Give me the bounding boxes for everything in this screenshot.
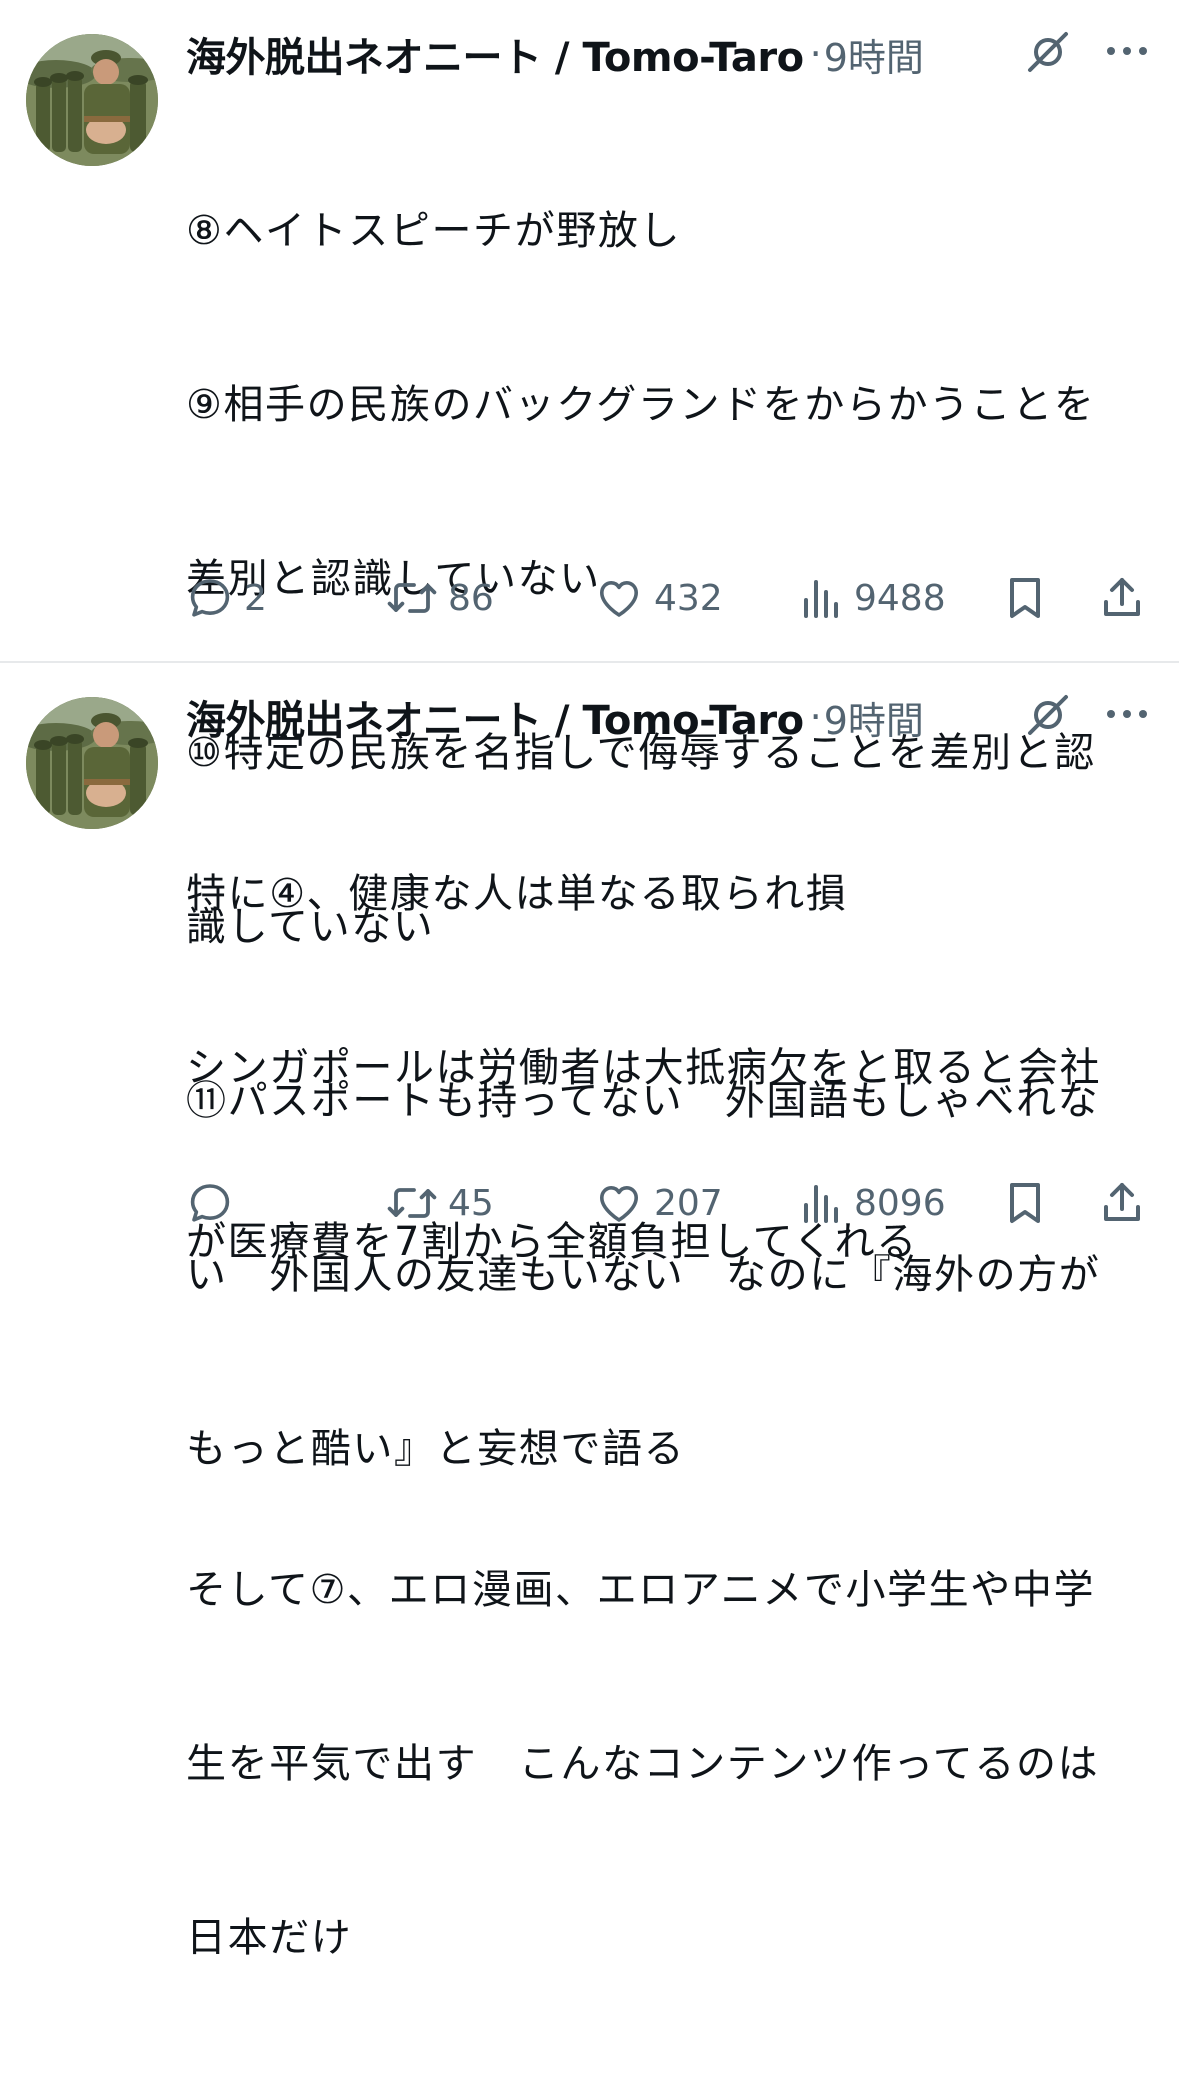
share-button[interactable]: [1098, 1173, 1146, 1233]
share-button[interactable]: [1098, 568, 1146, 628]
views-count: 9488: [854, 577, 946, 619]
retweet-icon: [387, 583, 437, 613]
tweet-header: 海外脱出ネオニート / Tomo-Taro · 9時間: [186, 26, 966, 82]
share-icon: [1104, 578, 1140, 616]
tweet-text-line: [186, 1387, 1126, 1445]
like-button[interactable]: 207: [594, 1173, 723, 1233]
tweet-header: 海外脱出ネオニート / Tomo-Taro · 9時間: [186, 689, 966, 745]
avatar[interactable]: [26, 34, 158, 166]
tweet[interactable]: 海外脱出ネオニート / Tomo-Taro · 9時間 特に④、健康な人は単なる…: [0, 663, 1179, 1961]
grok-icon[interactable]: [1024, 691, 1072, 739]
reply-icon: [190, 1184, 230, 1222]
author-display-name[interactable]: 海外脱出ネオニート / Tomo-Taro: [186, 688, 804, 746]
bookmark-button[interactable]: [1004, 568, 1046, 628]
retweet-count: 45: [448, 1182, 494, 1224]
reply-icon: [190, 579, 230, 617]
views-count: 8096: [854, 1182, 946, 1224]
share-icon: [1104, 1183, 1140, 1221]
bookmark-button[interactable]: [1004, 1173, 1046, 1233]
more-dots-icon[interactable]: [1104, 703, 1150, 725]
bookmark-icon: [1010, 578, 1040, 618]
avatar[interactable]: [26, 697, 158, 829]
bookmark-icon: [1010, 1183, 1040, 1223]
tweet-timestamp[interactable]: 9時間: [824, 27, 924, 82]
tweet-actions: 45 207 8096: [186, 1173, 1152, 1233]
tweet-text-line: 日本だけ: [186, 1915, 353, 1961]
tweet-text-line: シンガポールは労働者は大抵病欠をと取ると会社: [186, 1045, 1102, 1091]
like-count: 207: [654, 1182, 723, 1224]
tweet-text-line: そして⑦、エロ漫画、エロアニメで小学生や中学: [186, 1567, 1096, 1613]
retweet-button[interactable]: 86: [386, 568, 494, 628]
like-count: 432: [654, 577, 723, 619]
grok-icon[interactable]: [1024, 28, 1072, 76]
header-separator: ·: [809, 32, 822, 76]
retweet-button[interactable]: 45: [386, 1173, 494, 1233]
reply-button[interactable]: [186, 1173, 244, 1233]
views-chart-icon: [804, 1185, 838, 1223]
tweet-text-line: ⑨相手の民族のバックグランドをからかうことを: [186, 382, 1096, 428]
views-chart-icon: [804, 580, 838, 618]
header-separator: ·: [809, 695, 822, 739]
tweet-text: 特に④、健康な人は単なる取られ損 シンガポールは労働者は大抵病欠をと取ると会社 …: [186, 749, 1126, 2083]
heart-icon: [600, 581, 638, 617]
reply-count: 2: [244, 577, 267, 619]
avatar-photo: [26, 697, 158, 829]
tweet-timestamp[interactable]: 9時間: [824, 690, 924, 745]
retweet-icon: [387, 1188, 437, 1218]
reply-button[interactable]: 2: [186, 568, 267, 628]
tweet-text-line: 生を平気で出す こんなコンテンツ作ってるのは: [186, 1741, 1100, 1787]
views-button[interactable]: 9488: [800, 568, 946, 628]
like-button[interactable]: 432: [594, 568, 723, 628]
more-dots-icon[interactable]: [1104, 40, 1150, 62]
tweet-text-line: ⑧ヘイトスピーチが野放し: [186, 208, 682, 254]
tweet-text-line: 特に④、健康な人は単なる取られ損: [186, 871, 848, 917]
tweet-actions: 2 86 432 9488: [186, 568, 1152, 628]
views-button[interactable]: 8096: [800, 1173, 946, 1233]
avatar-photo: [26, 34, 158, 166]
tweet[interactable]: 海外脱出ネオニート / Tomo-Taro · 9時間 ⑧ヘイトスピーチが野放し…: [0, 0, 1179, 1472]
heart-icon: [600, 1186, 638, 1222]
author-display-name[interactable]: 海外脱出ネオニート / Tomo-Taro: [186, 25, 804, 83]
retweet-count: 86: [448, 577, 494, 619]
